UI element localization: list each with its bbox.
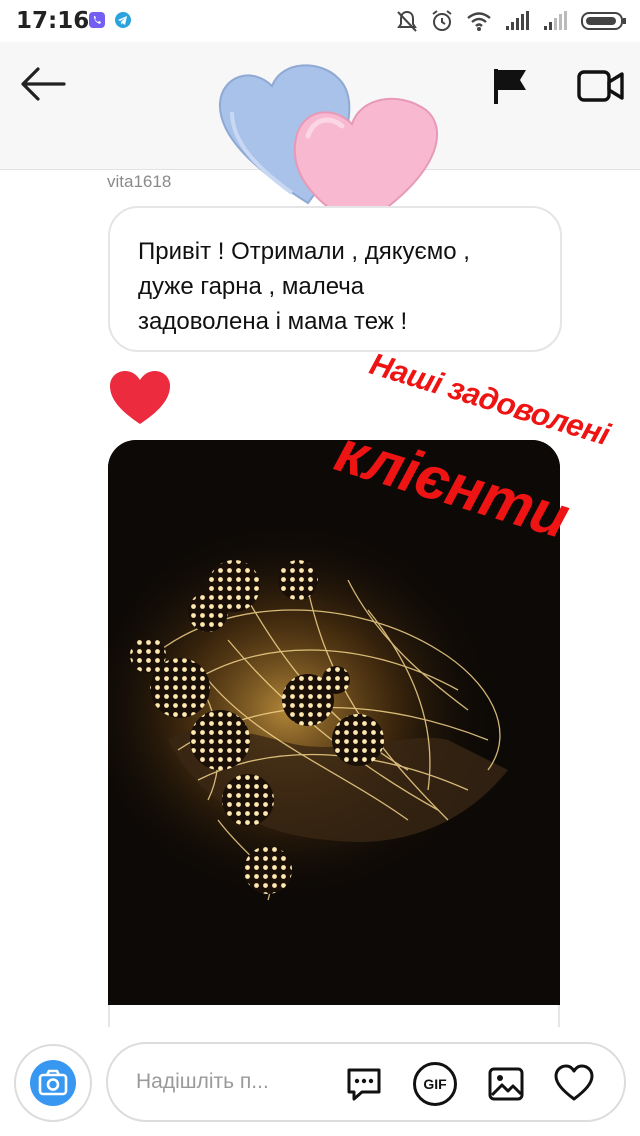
status-time: 17:16 — [16, 8, 90, 34]
wifi-icon — [467, 12, 491, 31]
message-text: Привіт ! Отримали , дякуємо , дуже гарна… — [138, 238, 470, 335]
thread-title[interactable]: ä — [293, 128, 302, 146]
arrow-left-icon[interactable] — [18, 64, 68, 104]
status-right-icons — [396, 9, 628, 33]
status-bar: 17:16 — [0, 0, 640, 42]
alarm-icon — [432, 10, 452, 31]
battery-icon — [581, 12, 626, 30]
viber-icon — [89, 12, 105, 28]
sender-username: vita1618 — [107, 172, 172, 191]
gif-label: GIF — [423, 1076, 447, 1092]
image-icon[interactable] — [486, 1064, 526, 1104]
heart-outline-icon[interactable] — [554, 1064, 594, 1104]
thread-header: ä — [0, 42, 640, 170]
flag-icon[interactable] — [492, 66, 532, 106]
message-bubble[interactable]: Привіт ! Отримали , дякуємо , дуже гарна… — [108, 206, 562, 352]
gif-icon[interactable]: GIF — [413, 1062, 457, 1106]
chat-bubble-icon[interactable] — [344, 1064, 384, 1104]
telegram-icon — [115, 12, 131, 28]
status-left-icons — [88, 11, 132, 29]
photo-bottom-edge — [108, 1005, 560, 1027]
message-composer: Надішліть п... GIF — [0, 1028, 640, 1136]
camera-button[interactable] — [14, 1044, 92, 1122]
message-input[interactable]: Надішліть п... GIF — [106, 1042, 626, 1122]
video-call-icon[interactable] — [576, 68, 626, 104]
signal-icon — [506, 11, 529, 30]
heart-icon — [110, 371, 170, 424]
message-input-placeholder: Надішліть п... — [136, 1070, 269, 1093]
mute-icon — [397, 10, 417, 32]
camera-icon — [30, 1060, 76, 1106]
signal-icon — [544, 11, 567, 30]
